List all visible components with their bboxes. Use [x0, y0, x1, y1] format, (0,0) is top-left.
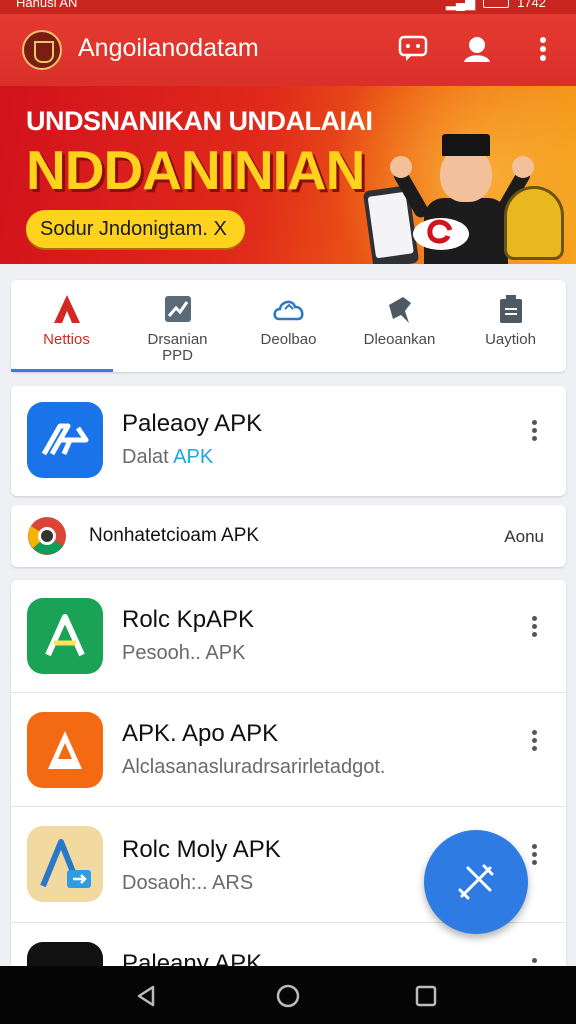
document-icon	[455, 292, 566, 326]
orange-a-icon	[27, 712, 103, 788]
app-subtitle: Alclasanasluradrsarirletadgot.	[122, 756, 386, 778]
status-icons: ▂▄▆ 1742	[446, 0, 546, 10]
app-title: APK. Apo APK	[122, 720, 279, 747]
tab-label: Uaytioh	[485, 331, 536, 348]
system-nav-bar	[0, 966, 576, 1024]
app-title: Rolc Moly APK	[122, 836, 281, 863]
chat-icon[interactable]	[396, 32, 430, 66]
app-subtitle: Pesooh.. APK	[122, 642, 246, 664]
featured-app-title: Paleaoy APK	[122, 410, 263, 437]
divider	[11, 692, 566, 693]
account-icon[interactable]	[460, 32, 494, 66]
more-options-icon[interactable]	[532, 844, 538, 865]
cloud-icon	[233, 292, 344, 326]
app-logo-icon	[22, 30, 62, 70]
tab-dleoankan[interactable]: Dleoankan	[344, 280, 455, 372]
tab-deolbao[interactable]: Deolbao	[233, 280, 344, 372]
app-bar: Angoilanodatam	[0, 14, 576, 86]
chart-icon	[122, 292, 233, 326]
overflow-menu-icon[interactable]	[526, 32, 560, 66]
tools-icon	[458, 864, 494, 900]
mascot-hand-left	[390, 156, 412, 178]
promo-row[interactable]: Nonhatetcioam APK Aonu	[11, 505, 566, 567]
mascot-hand-right	[512, 156, 534, 178]
promo-row-action[interactable]: Aonu	[504, 527, 544, 547]
banner-cta-label: Sodur Jndonigtam. X	[40, 218, 227, 240]
pin-icon	[344, 292, 455, 326]
promo-banner[interactable]: UNDSNANIKAN UNDALAIAI NDDANINIAN Sodur J…	[0, 86, 576, 264]
status-left-text: Hanusi AN	[16, 0, 78, 10]
tab-label: Dleoankan	[363, 331, 436, 348]
category-tabs: Nettios Drsanian PPD Deolbao Dleoankan U…	[11, 280, 566, 372]
app-store-icon	[11, 292, 122, 326]
banner-big-text: NDDANINIAN	[26, 139, 365, 201]
app-subtitle: Dosaoh:.. ARS	[122, 872, 254, 894]
promo-row-title: Nonhatetcioam APK	[89, 525, 260, 546]
featured-app-icon	[27, 402, 103, 478]
tab-label: Deolbao	[260, 331, 317, 348]
mascot-cap	[442, 134, 490, 156]
green-a-icon	[27, 598, 103, 674]
tab-label: Drsanian PPD	[147, 331, 208, 364]
blue-a-icon	[27, 826, 103, 902]
featured-app-subtitle: Dalat APK	[122, 446, 214, 468]
recents-icon[interactable]	[412, 982, 440, 1010]
tab-uaytioh[interactable]: Uaytioh	[455, 280, 566, 372]
more-options-icon[interactable]	[532, 616, 538, 637]
back-icon[interactable]	[132, 982, 160, 1010]
status-time: 1742	[517, 0, 546, 10]
more-options-icon[interactable]	[532, 730, 538, 751]
tab-drsanian[interactable]: Drsanian PPD	[122, 280, 233, 372]
cloud-logo-icon	[413, 218, 469, 250]
home-icon[interactable]	[274, 982, 302, 1010]
trophy-icon	[504, 186, 564, 260]
signal-icon: ▂▄▆	[445, 0, 476, 10]
banner-headline: UNDSNANIKAN UNDALAIAI	[26, 106, 373, 136]
divider	[11, 806, 566, 807]
chrome-icon	[28, 517, 66, 555]
more-options-icon[interactable]	[532, 420, 538, 441]
tab-label: Nettios	[43, 331, 90, 348]
app-title: Angoilanodatam	[78, 34, 259, 62]
banner-cta-pill[interactable]: Sodur Jndonigtam. X	[26, 210, 245, 248]
tab-nettios[interactable]: Nettios	[11, 280, 122, 372]
featured-app-card[interactable]: Paleaoy APK Dalat APK	[11, 386, 566, 496]
app-title: Rolc KpAPK	[122, 606, 255, 633]
battery-icon	[483, 0, 510, 8]
fab-tools-button[interactable]	[424, 830, 528, 934]
status-bar: Hanusi AN ▂▄▆ 1742	[0, 0, 576, 14]
